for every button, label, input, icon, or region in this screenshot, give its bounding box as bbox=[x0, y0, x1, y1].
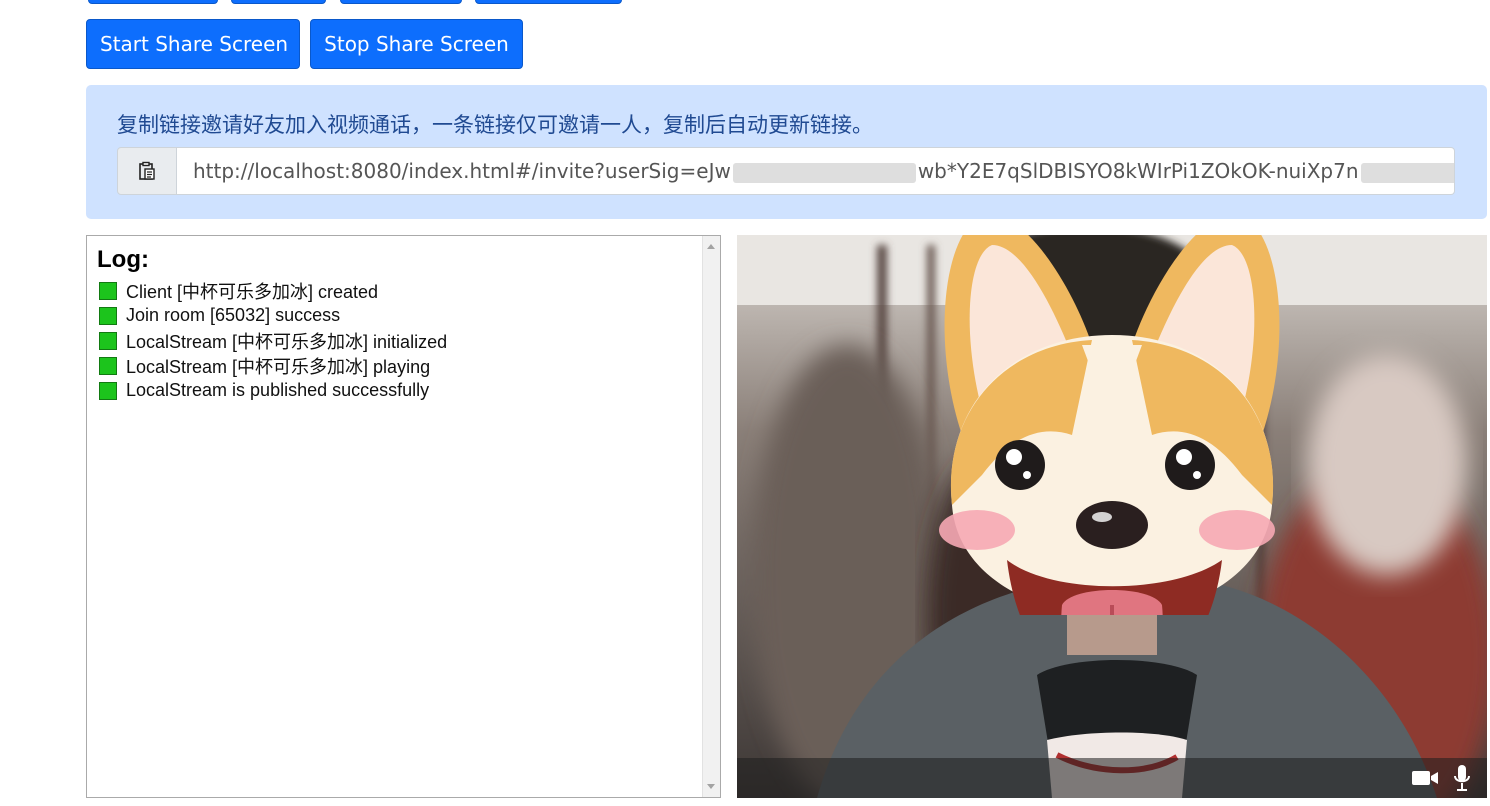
log-entry: LocalStream [中杯可乐多加冰] initialized bbox=[99, 328, 447, 353]
log-scrollbar[interactable] bbox=[702, 236, 720, 797]
redacted-segment-end bbox=[1360, 162, 1454, 183]
top-button-2[interactable] bbox=[231, 0, 326, 4]
log-entry-text: LocalStream [中杯可乐多加冰] playing bbox=[126, 356, 431, 377]
video-control-bar bbox=[737, 758, 1487, 798]
start-share-screen-button[interactable]: Start Share Screen bbox=[86, 19, 300, 69]
log-entry-text: Join room [65032] success bbox=[126, 305, 341, 325]
log-entry-text: LocalStream is published successfully bbox=[126, 380, 430, 400]
success-status-icon bbox=[99, 281, 117, 300]
copy-link-button[interactable] bbox=[117, 147, 177, 195]
scroll-down-arrow-icon[interactable] bbox=[707, 784, 715, 789]
top-button-1[interactable] bbox=[88, 0, 218, 4]
corgi-face-sticker bbox=[939, 235, 1280, 615]
scroll-up-arrow-icon[interactable] bbox=[707, 244, 715, 249]
invite-alert: 复制链接邀请好友加入视频通话，一条链接仅可邀请一人，复制后自动更新链接。 htt… bbox=[86, 85, 1487, 219]
log-title: Log: bbox=[97, 246, 149, 273]
microphone-icon[interactable] bbox=[1453, 764, 1471, 792]
log-entry: Client [中杯可乐多加冰] created bbox=[99, 278, 447, 303]
success-status-icon bbox=[99, 306, 117, 325]
local-video-stream[interactable] bbox=[737, 235, 1487, 798]
redacted-segment bbox=[732, 162, 916, 183]
success-status-icon bbox=[99, 356, 117, 375]
top-button-4[interactable] bbox=[475, 0, 622, 4]
page: Start Share Screen Stop Share Screen 复制链… bbox=[0, 0, 1490, 806]
camera-icon[interactable] bbox=[1411, 768, 1439, 788]
clipboard-icon bbox=[139, 161, 155, 180]
log-entry: Join room [65032] success bbox=[99, 303, 447, 328]
success-status-icon bbox=[99, 381, 117, 400]
invite-link-input[interactable]: http://localhost:8080/index.html#/invite… bbox=[177, 147, 1455, 195]
invite-link-text-part1: http://localhost:8080/index.html#/invite… bbox=[193, 159, 731, 183]
log-panel[interactable]: Log: Client [中杯可乐多加冰] created Join room … bbox=[86, 235, 721, 798]
log-list: Client [中杯可乐多加冰] created Join room [6503… bbox=[99, 278, 447, 403]
top-button-3[interactable] bbox=[340, 0, 462, 4]
stop-share-screen-button[interactable]: Stop Share Screen bbox=[310, 19, 523, 69]
invite-link-text-part2: wb*Y2E7qSlDBISYO8kWIrPi1ZOkOK-nuiXp7n bbox=[917, 159, 1359, 183]
log-entry-text: Client [中杯可乐多加冰] created bbox=[126, 281, 379, 302]
success-status-icon bbox=[99, 331, 117, 350]
log-entry: LocalStream [中杯可乐多加冰] playing bbox=[99, 353, 447, 378]
invite-message: 复制链接邀请好友加入视频通话，一条链接仅可邀请一人，复制后自动更新链接。 bbox=[117, 113, 873, 137]
log-entry: LocalStream is published successfully bbox=[99, 378, 447, 403]
log-entry-text: LocalStream [中杯可乐多加冰] initialized bbox=[126, 331, 448, 352]
